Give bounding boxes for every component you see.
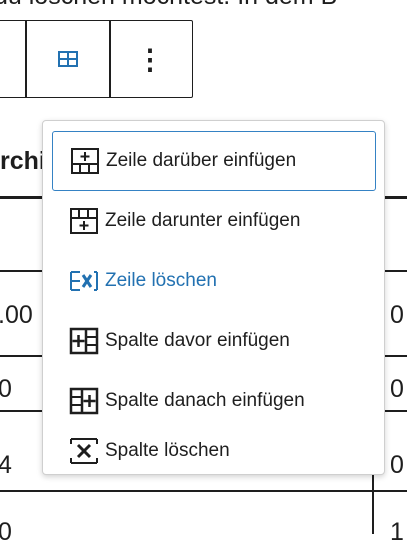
menu-item-label: Zeile darüber einfügen	[106, 150, 297, 171]
table-edit-menu: Zeile darüber einfügen Zeile darunter ei…	[42, 120, 385, 475]
insert-column-before-icon	[69, 326, 99, 356]
insert-row-before-icon	[70, 146, 100, 176]
table-row-divider	[0, 490, 407, 492]
menu-item-label: Zeile darunter einfügen	[105, 210, 301, 231]
table-cell[interactable]: 1	[390, 518, 404, 547]
insert-column-after-icon	[69, 386, 99, 416]
table-cell[interactable]: 0	[0, 375, 12, 404]
table-cell[interactable]: 0	[390, 451, 404, 480]
menu-item-insert-column-before[interactable]: Spalte davor einfügen	[52, 311, 376, 371]
menu-item-label: Zeile löschen	[105, 270, 217, 291]
menu-item-insert-column-after[interactable]: Spalte danach einfügen	[52, 371, 376, 431]
menu-item-delete-column[interactable]: Spalte löschen	[52, 431, 376, 471]
menu-item-label: Spalte danach einfügen	[105, 390, 305, 411]
table-cell[interactable]: .00	[0, 301, 33, 330]
menu-item-insert-row-after[interactable]: Zeile darunter einfügen	[52, 191, 376, 251]
table-cell[interactable]: 0	[0, 518, 12, 547]
menu-item-delete-row[interactable]: Zeile löschen	[52, 251, 376, 311]
table-cell[interactable]: 0	[390, 375, 404, 404]
insert-row-after-icon	[69, 206, 99, 236]
menu-item-insert-row-before[interactable]: Zeile darüber einfügen	[52, 131, 376, 191]
table-cell[interactable]: 4	[0, 451, 12, 480]
table-header-cell: rchi	[0, 147, 46, 175]
delete-column-icon	[69, 436, 99, 466]
menu-item-label: Spalte davor einfügen	[105, 330, 290, 351]
delete-row-icon	[69, 266, 99, 296]
table-cell[interactable]: 0	[390, 301, 404, 330]
menu-item-label: Spalte löschen	[105, 440, 230, 461]
